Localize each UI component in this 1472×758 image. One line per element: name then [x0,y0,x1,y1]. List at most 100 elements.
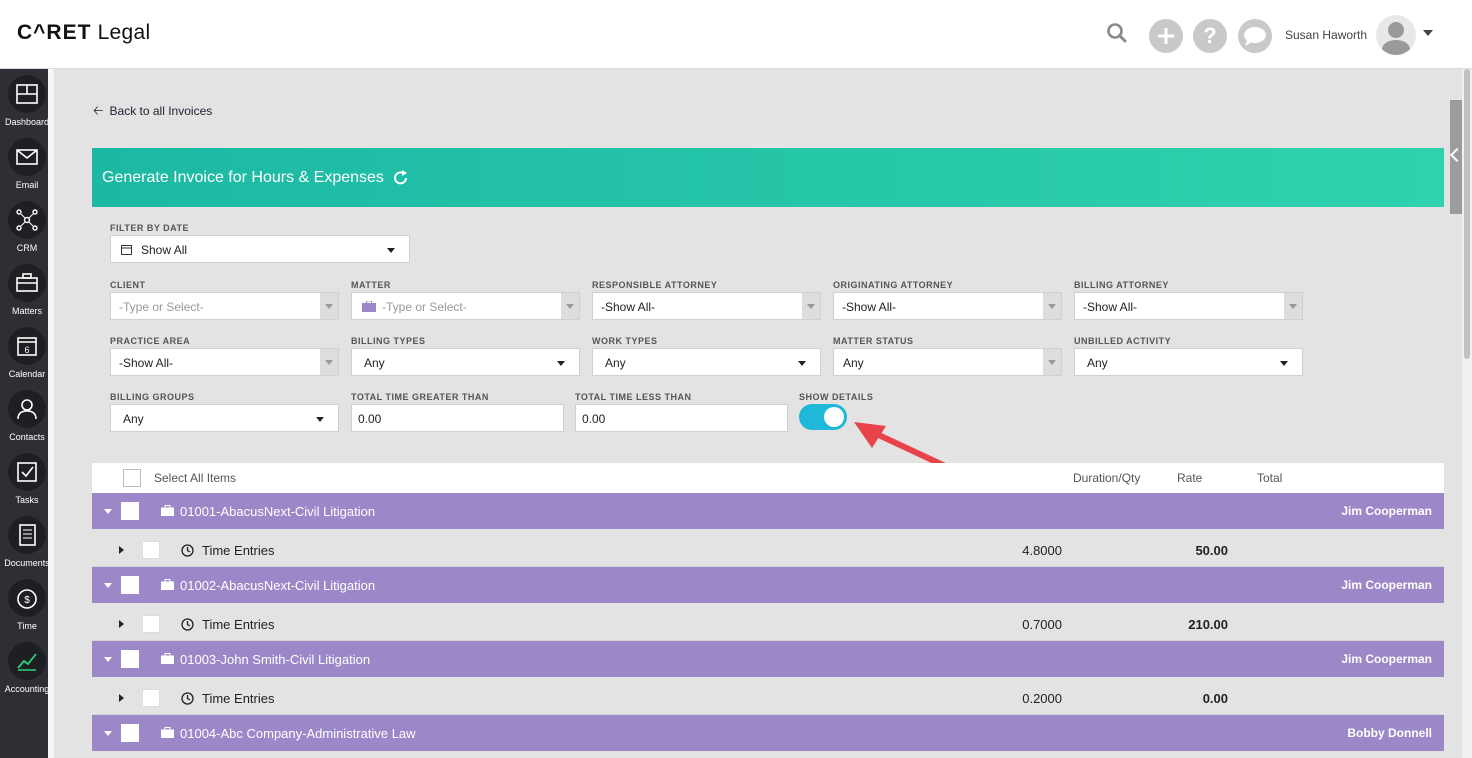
briefcase-icon [161,653,174,664]
user-name[interactable]: Susan Haworth [1285,28,1367,42]
back-to-invoices-link[interactable]: 🡠 Back to all Invoices [93,102,212,124]
scroll-thumb[interactable] [1464,69,1470,359]
list-item[interactable]: Time Entries 4.8000 50.00 [92,529,1444,567]
filter-by-date-select[interactable]: Show All [110,235,410,263]
briefcase-icon [8,264,46,302]
column-total: Total [1257,471,1283,485]
sidebar-item-tasks[interactable]: Tasks [0,453,54,513]
originating-attorney-select[interactable]: -Show All- [833,292,1062,320]
entry-checkbox[interactable] [142,689,160,707]
client-combobox[interactable]: -Type or Select- [110,292,339,320]
chevron-down-icon[interactable] [1043,293,1061,319]
matter-status-select[interactable]: Any [833,348,1062,376]
chevron-down-icon [1280,361,1288,366]
billing-groups-select[interactable]: Any [110,404,339,432]
refresh-icon[interactable] [392,169,410,192]
show-details-label: SHOW DETAILS [799,392,874,402]
panel-collapse-chevron-left-icon[interactable] [1450,100,1462,214]
matter-name[interactable]: 01002-AbacusNext-Civil Litigation [180,578,375,593]
sidebar-item-documents[interactable]: Documents [0,516,54,576]
chevron-down-icon[interactable] [320,349,338,375]
chevron-down-icon[interactable] [1043,349,1061,375]
entry-checkbox[interactable] [142,615,160,633]
search-icon[interactable] [1106,22,1130,46]
matter-checkbox[interactable] [121,502,139,520]
list-header: Select All Items Duration/Qty Rate Total [92,463,1444,493]
select-all-checkbox[interactable] [123,469,141,487]
page-scrollbar[interactable] [1462,69,1472,758]
expand-chevron-right-icon[interactable] [119,620,124,628]
sidebar-item-matters[interactable]: Matters [0,264,54,324]
sidebar-item-label: Contacts [9,432,45,442]
chevron-down-icon [798,361,806,366]
matter-name[interactable]: 01001-AbacusNext-Civil Litigation [180,504,375,519]
work-types-label: WORK TYPES [592,336,658,346]
matter-checkbox[interactable] [121,576,139,594]
unbilled-activity-label: UNBILLED ACTIVITY [1074,336,1172,346]
responsible-attorney-select[interactable]: -Show All- [592,292,821,320]
unbilled-activity-select[interactable]: Any [1074,348,1303,376]
collapse-chevron-down-icon[interactable] [104,583,112,588]
sidebar-item-contacts[interactable]: Contacts [0,390,54,450]
matter-row[interactable]: 01004-Abc Company-Administrative Law Bob… [92,715,1444,751]
clock-icon [181,692,194,705]
sidebar-item-label: CRM [16,243,38,253]
collapse-chevron-down-icon[interactable] [104,731,112,736]
matter-checkbox[interactable] [121,650,139,668]
matter-name[interactable]: 01003-John Smith-Civil Litigation [180,652,370,667]
billing-attorney-select[interactable]: -Show All- [1074,292,1303,320]
time-icon: $ [8,579,46,617]
list-item[interactable]: Time Entries 0.7000 210.00 [92,603,1444,641]
matter-attorney: Bobby Donnell [1347,726,1432,740]
sidebar-edge [48,69,54,758]
sidebar-item-label: Documents [4,558,50,568]
sidebar-item-email[interactable]: Email [0,138,54,198]
plus-icon [1158,28,1174,44]
toggle-knob [824,407,844,427]
entry-checkbox[interactable] [142,541,160,559]
app-logo[interactable]: C^RET Legal [17,21,150,45]
clock-icon [181,544,194,557]
total-time-less-input[interactable]: 0.00 [575,404,788,432]
entry-label: Time Entries [202,691,275,706]
entry-rate: 210.00 [1188,617,1228,632]
billing-groups-label: BILLING GROUPS [110,392,195,402]
billing-types-select[interactable]: Any [351,348,580,376]
email-icon [8,138,46,176]
collapse-chevron-down-icon[interactable] [104,509,112,514]
filter-by-date-label: FILTER BY DATE [110,223,189,233]
expand-chevron-right-icon[interactable] [119,546,124,554]
work-types-select[interactable]: Any [592,348,821,376]
page-title: Generate Invoice for Hours & Expenses [102,169,384,186]
chevron-down-icon[interactable] [561,293,579,319]
avatar[interactable] [1376,15,1416,55]
entry-duration: 0.2000 [1022,691,1062,706]
matter-row[interactable]: 01001-AbacusNext-Civil Litigation Jim Co… [92,493,1444,529]
matter-checkbox[interactable] [121,724,139,742]
sidebar-item-dashboard[interactable]: Dashboard [0,75,54,135]
sidebar-item-time[interactable]: $ Time [0,579,54,639]
sidebar-item-label: Dashboard [4,117,50,127]
chevron-down-icon[interactable] [320,293,338,319]
matter-row[interactable]: 01002-AbacusNext-Civil Litigation Jim Co… [92,567,1444,603]
list-item[interactable]: Time Entries 0.2000 0.00 [92,677,1444,715]
help-button[interactable]: ? [1193,19,1227,53]
sidebar-item-accounting[interactable]: Accounting [0,642,54,702]
add-button[interactable] [1149,19,1183,53]
sidebar-item-label: Matters [11,306,42,316]
collapse-chevron-down-icon[interactable] [104,657,112,662]
calendar-icon [121,245,132,255]
matter-row[interactable]: 01003-John Smith-Civil Litigation Jim Co… [92,641,1444,677]
show-details-toggle[interactable] [799,404,847,430]
sidebar-item-crm[interactable]: CRM [0,201,54,261]
chevron-down-icon[interactable] [802,293,820,319]
practice-area-select[interactable]: -Show All- [110,348,339,376]
expand-chevron-right-icon[interactable] [119,694,124,702]
chat-button[interactable] [1238,19,1272,53]
user-menu-chevron-down-icon[interactable] [1423,30,1433,36]
sidebar-item-calendar[interactable]: 6 Calendar [0,327,54,387]
matter-name[interactable]: 01004-Abc Company-Administrative Law [180,726,416,741]
matter-combobox[interactable]: -Type or Select- [351,292,580,320]
total-time-greater-input[interactable]: 0.00 [351,404,564,432]
chevron-down-icon[interactable] [1284,293,1302,319]
